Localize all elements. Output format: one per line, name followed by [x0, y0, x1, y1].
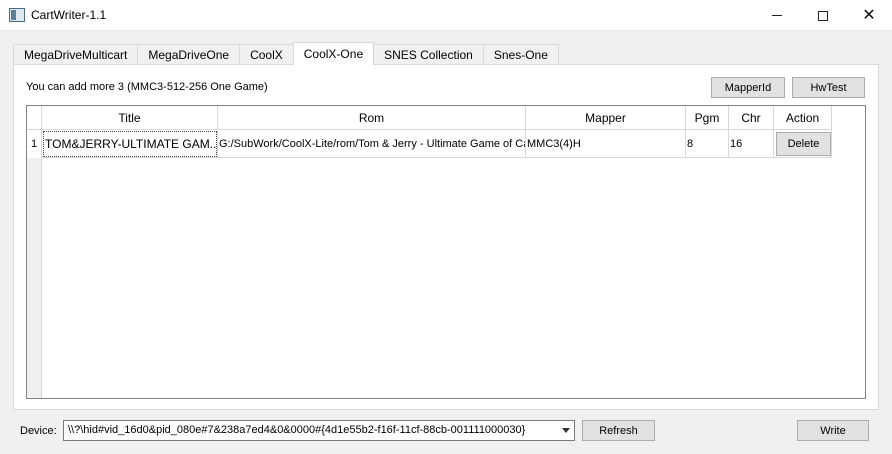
minimize-icon	[772, 15, 782, 16]
table-cell-rom[interactable]: G:/SubWork/CoolX-Lite/rom/Tom & Jerry - …	[218, 130, 526, 158]
table-cell-mapper[interactable]: MMC3(4)H	[526, 130, 686, 158]
delete-row-button[interactable]: Delete	[776, 132, 831, 156]
close-icon: ✕	[862, 6, 876, 24]
device-label: Device:	[20, 425, 57, 437]
tab-panel-coolx-one: You can add more 3 (MMC3-512-256 One Gam…	[13, 64, 879, 410]
tab-coolx[interactable]: CoolX	[239, 44, 294, 65]
maximize-icon	[818, 10, 828, 21]
column-header-rom[interactable]: Rom	[218, 106, 526, 130]
hw-test-button[interactable]: HwTest	[792, 77, 865, 98]
window-title: CartWriter-1.1	[31, 8, 107, 22]
tab-snes-collection[interactable]: SNES Collection	[373, 44, 484, 65]
column-header-pgm[interactable]: Pgm	[686, 106, 729, 130]
write-button[interactable]: Write	[797, 420, 869, 441]
refresh-button[interactable]: Refresh	[582, 420, 655, 441]
tab-bar: MegaDriveMulticart MegaDriveOne CoolX Co…	[13, 42, 559, 65]
device-select-value: \\?\hid#vid_16d0&pid_080e#7&238a7ed4&0&0…	[68, 424, 526, 436]
column-header-mapper[interactable]: Mapper	[526, 106, 686, 130]
close-button[interactable]: ✕	[846, 0, 892, 31]
table-cell-chr[interactable]: 16	[729, 130, 774, 158]
title-bar: CartWriter-1.1 ✕	[0, 0, 892, 31]
row-header-1[interactable]: 1	[27, 130, 42, 158]
column-header-title[interactable]: Title	[42, 106, 218, 130]
device-select[interactable]: \\?\hid#vid_16d0&pid_080e#7&238a7ed4&0&0…	[63, 420, 575, 441]
capacity-info-label: You can add more 3 (MMC3-512-256 One Gam…	[26, 81, 268, 93]
table-corner[interactable]	[27, 106, 42, 130]
tab-megadriveone[interactable]: MegaDriveOne	[137, 44, 241, 65]
chevron-down-icon	[562, 428, 570, 433]
column-header-chr[interactable]: Chr	[729, 106, 774, 130]
rom-table: Title Rom Mapper Pgm Chr Action 1 TOM&JE…	[26, 105, 866, 399]
table-cell-action: Delete	[774, 130, 832, 158]
table-cell-pgm[interactable]: 8	[686, 130, 729, 158]
column-header-action[interactable]: Action	[774, 106, 832, 130]
tab-coolx-one[interactable]: CoolX-One	[292, 42, 375, 65]
table-cell-title[interactable]: TOM&JERRY-ULTIMATE GAM...	[42, 130, 218, 158]
minimize-button[interactable]	[754, 0, 800, 31]
mapper-id-button[interactable]: MapperId	[711, 77, 785, 98]
app-icon	[9, 8, 25, 22]
tab-snes-one[interactable]: Snes-One	[482, 44, 559, 65]
tab-megadrivemulticart[interactable]: MegaDriveMulticart	[13, 44, 139, 65]
maximize-button[interactable]	[800, 0, 846, 31]
row-header-strip	[27, 130, 42, 398]
